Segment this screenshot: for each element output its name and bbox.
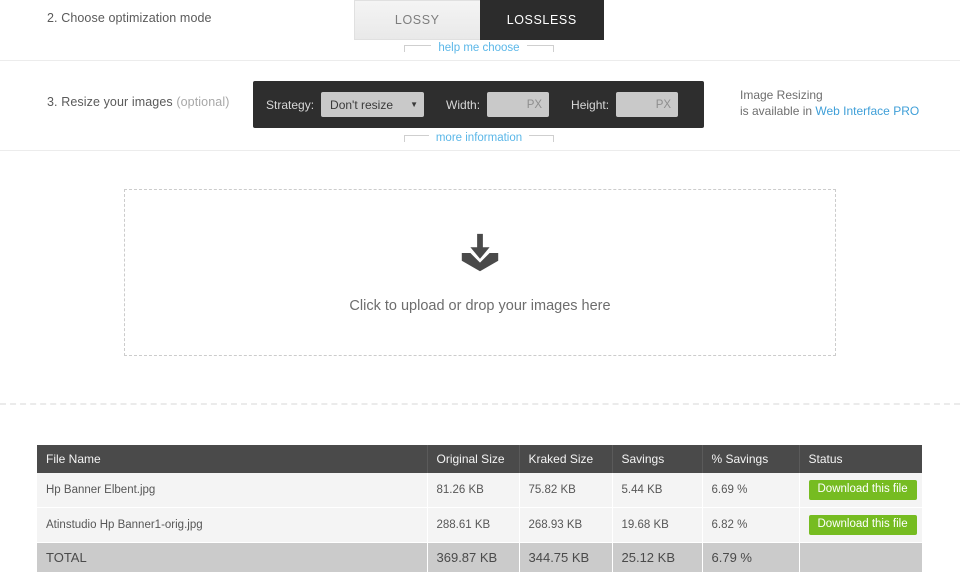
web-interface-pro-link[interactable]: Web Interface PRO — [815, 104, 919, 118]
help-me-choose-link[interactable]: help me choose — [431, 42, 526, 54]
dashed-separator — [0, 403, 960, 405]
strategy-select-value: Don't resize — [330, 97, 394, 112]
section-divider-1 — [0, 60, 960, 61]
results-table: File Name Original Size Kraked Size Savi… — [37, 445, 922, 573]
step-2-label: 2. Choose optimization mode — [47, 11, 212, 25]
optimization-mode-toggle[interactable]: LOSSY LOSSLESS — [354, 0, 604, 40]
more-information-link-wrap: more information — [404, 132, 554, 144]
upload-tray-icon — [457, 231, 503, 282]
cell-original-size: 288.61 KB — [427, 507, 520, 543]
height-label: Height: — [571, 97, 610, 112]
mode-option-lossless[interactable]: LOSSLESS — [479, 0, 604, 40]
column-header-kraked-size[interactable]: Kraked Size — [519, 445, 613, 473]
mode-option-lossy[interactable]: LOSSY — [354, 0, 480, 40]
pro-note-line-1: Image Resizing — [740, 88, 823, 102]
cell-status: Download this file — [799, 507, 922, 543]
column-header-file-name[interactable]: File Name — [37, 445, 428, 473]
strategy-label: Strategy: — [266, 97, 315, 112]
chevron-down-icon: ▼ — [410, 100, 419, 109]
cell-total-savings: 25.12 KB — [612, 542, 703, 573]
cell-total-percent-savings: 6.79 % — [702, 542, 800, 573]
pro-upsell-note: Image Resizing is available in Web Inter… — [740, 88, 919, 119]
more-information-link[interactable]: more information — [429, 132, 529, 144]
bracket-left — [404, 44, 432, 52]
cell-file-name: Atinstudio Hp Banner1-orig.jpg — [37, 507, 428, 543]
column-header-savings[interactable]: Savings — [612, 445, 703, 473]
resize-controls-panel: Strategy: Don't resize ▼ Width: PX Heigh… — [253, 81, 704, 128]
cell-original-size: 81.26 KB — [427, 473, 520, 508]
cell-total-label: TOTAL — [37, 542, 428, 573]
column-header-percent-savings[interactable]: % Savings — [702, 445, 800, 473]
cell-total-status — [799, 542, 922, 573]
width-input[interactable]: PX — [487, 92, 550, 117]
column-header-status[interactable]: Status — [799, 445, 922, 473]
step-3-label: 3. Resize your images (optional) — [47, 95, 229, 109]
step-3-label-text: 3. Resize your images — [47, 95, 177, 109]
bracket-right — [526, 44, 554, 52]
cell-file-name: Hp Banner Elbent.jpg — [37, 473, 428, 508]
cell-savings: 5.44 KB — [612, 473, 703, 508]
cell-percent-savings: 6.69 % — [702, 473, 800, 508]
cell-total-kraked-size: 344.75 KB — [519, 542, 613, 573]
table-row: Hp Banner Elbent.jpg 81.26 KB 75.82 KB 5… — [37, 473, 922, 508]
pro-note-line-2: is available in Web Interface PRO — [740, 104, 919, 120]
width-label: Width: — [446, 97, 481, 112]
section-divider-2 — [0, 150, 960, 151]
pro-note-prefix: is available in — [740, 103, 816, 118]
upload-dropzone-text: Click to upload or drop your images here — [349, 298, 611, 314]
strategy-select[interactable]: Don't resize ▼ — [321, 92, 425, 117]
height-input[interactable]: PX — [616, 92, 679, 117]
bracket-right — [529, 134, 554, 142]
step-3-optional-text: (optional) — [176, 95, 230, 109]
cell-kraked-size: 268.93 KB — [519, 507, 613, 543]
cell-savings: 19.68 KB — [612, 507, 703, 543]
help-me-choose-link-wrap: help me choose — [404, 42, 554, 54]
table-header-row: File Name Original Size Kraked Size Savi… — [37, 445, 922, 473]
table-row: Atinstudio Hp Banner1-orig.jpg 288.61 KB… — [37, 507, 922, 543]
cell-status: Download this file — [799, 473, 922, 508]
cell-kraked-size: 75.82 KB — [519, 473, 613, 508]
upload-dropzone[interactable]: Click to upload or drop your images here — [124, 189, 836, 356]
bracket-left — [404, 134, 429, 142]
column-header-original-size[interactable]: Original Size — [427, 445, 520, 473]
download-file-button[interactable]: Download this file — [808, 480, 917, 500]
cell-percent-savings: 6.82 % — [702, 507, 800, 543]
cell-total-original-size: 369.87 KB — [427, 542, 520, 573]
download-file-button[interactable]: Download this file — [808, 515, 917, 535]
table-total-row: TOTAL 369.87 KB 344.75 KB 25.12 KB 6.79 … — [37, 542, 922, 573]
